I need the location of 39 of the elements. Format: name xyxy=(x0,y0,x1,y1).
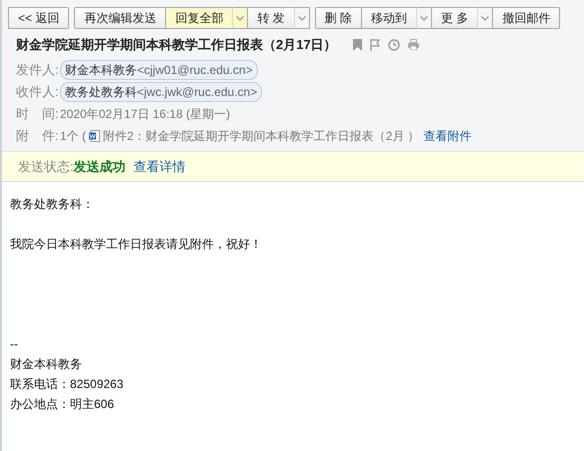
caret-icon xyxy=(481,16,490,20)
bookmark-icon[interactable] xyxy=(352,38,362,51)
field-label: 时 间: xyxy=(16,104,60,123)
dropdown-button[interactable] xyxy=(232,7,248,29)
toolbar-button[interactable]: 删 除 xyxy=(314,7,362,29)
caret-icon xyxy=(420,16,428,20)
view-details-link[interactable]: 查看详情 xyxy=(134,158,186,174)
caret-icon xyxy=(236,16,244,20)
field-label: 收件人: xyxy=(16,82,60,101)
caret-icon xyxy=(298,16,306,20)
toolbar-button[interactable]: 更 多 xyxy=(431,7,478,29)
field-label: 发件人: xyxy=(16,60,60,79)
attachment-name: 附件2：财金学院延期开学期间本科教学工作日报表（2月 ） xyxy=(103,128,420,144)
contact-chip[interactable]: 财金本科教务<cjjw01@ruc.edu.cn> xyxy=(60,60,258,80)
contact-chip[interactable]: 教务处教务科<jwc.jwk@ruc.edu.cn> xyxy=(60,82,262,102)
attachment-count: 1个 ( xyxy=(60,128,86,144)
signature-line: 办公地点：明主606 xyxy=(10,396,116,413)
signature-line: 财金本科教务 xyxy=(10,356,83,373)
message-text: 我院今日本科教学工作日报表请见附件，祝好！ xyxy=(10,236,263,253)
status-label: 发送状态: xyxy=(18,158,74,174)
dropdown-button[interactable] xyxy=(294,7,310,29)
toolbar-button[interactable]: 撤回邮件 xyxy=(492,7,560,29)
print-icon[interactable] xyxy=(408,39,419,50)
signature-line: 联系电话：82509263 xyxy=(10,376,124,393)
document-icon xyxy=(89,130,100,142)
email-subject: 财金学院延期开学期间本科教学工作日报表（2月17日） xyxy=(16,36,337,54)
toolbar-button[interactable]: 回复全部 xyxy=(165,7,234,29)
status-value: 发送成功 xyxy=(74,158,126,174)
toolbar-button[interactable]: 转 发 xyxy=(247,7,295,29)
greeting-text: 教务处教务科： xyxy=(10,196,95,213)
field-label: 附 件: xyxy=(16,126,60,145)
field-value: 2020年02月17日 16:18 (星期一) xyxy=(60,106,230,122)
toolbar-button[interactable]: 再次编辑发送 xyxy=(74,7,166,29)
toolbar-button[interactable]: 移动到 xyxy=(361,7,418,29)
signature-line: -- xyxy=(10,336,19,353)
view-attachments-link[interactable]: 查看附件 xyxy=(424,126,472,144)
toolbar-button[interactable]: << 返回 xyxy=(8,7,70,29)
flag-icon[interactable] xyxy=(370,38,380,51)
clock-icon[interactable] xyxy=(388,38,400,51)
